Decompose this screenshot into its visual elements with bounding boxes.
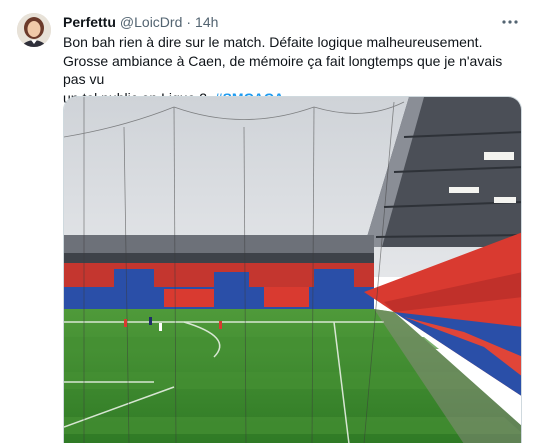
more-options-icon — [502, 20, 518, 24]
author-name[interactable]: Perfettu — [63, 14, 116, 30]
avatar-picture — [17, 13, 51, 47]
header-separator: · — [186, 14, 192, 30]
tweet-header: Perfettu @LoicDrd · 14h — [63, 13, 218, 31]
tweet-media-photo[interactable] — [63, 96, 522, 443]
tweet-text-line-1: Bon bah rien à dire sur le match. Défait… — [63, 34, 483, 50]
tweet-card[interactable]: Perfettu @LoicDrd · 14h Bon bah rien à d… — [0, 0, 537, 443]
user-avatar[interactable] — [17, 13, 51, 47]
tweet-timestamp[interactable]: 14h — [195, 14, 218, 30]
author-handle[interactable]: @LoicDrd — [120, 14, 182, 30]
tweet-text-line-2: Grosse ambiance à Caen, de mémoire ça fa… — [63, 52, 503, 88]
stadium-photo — [64, 97, 521, 443]
more-options-button[interactable] — [501, 13, 519, 31]
